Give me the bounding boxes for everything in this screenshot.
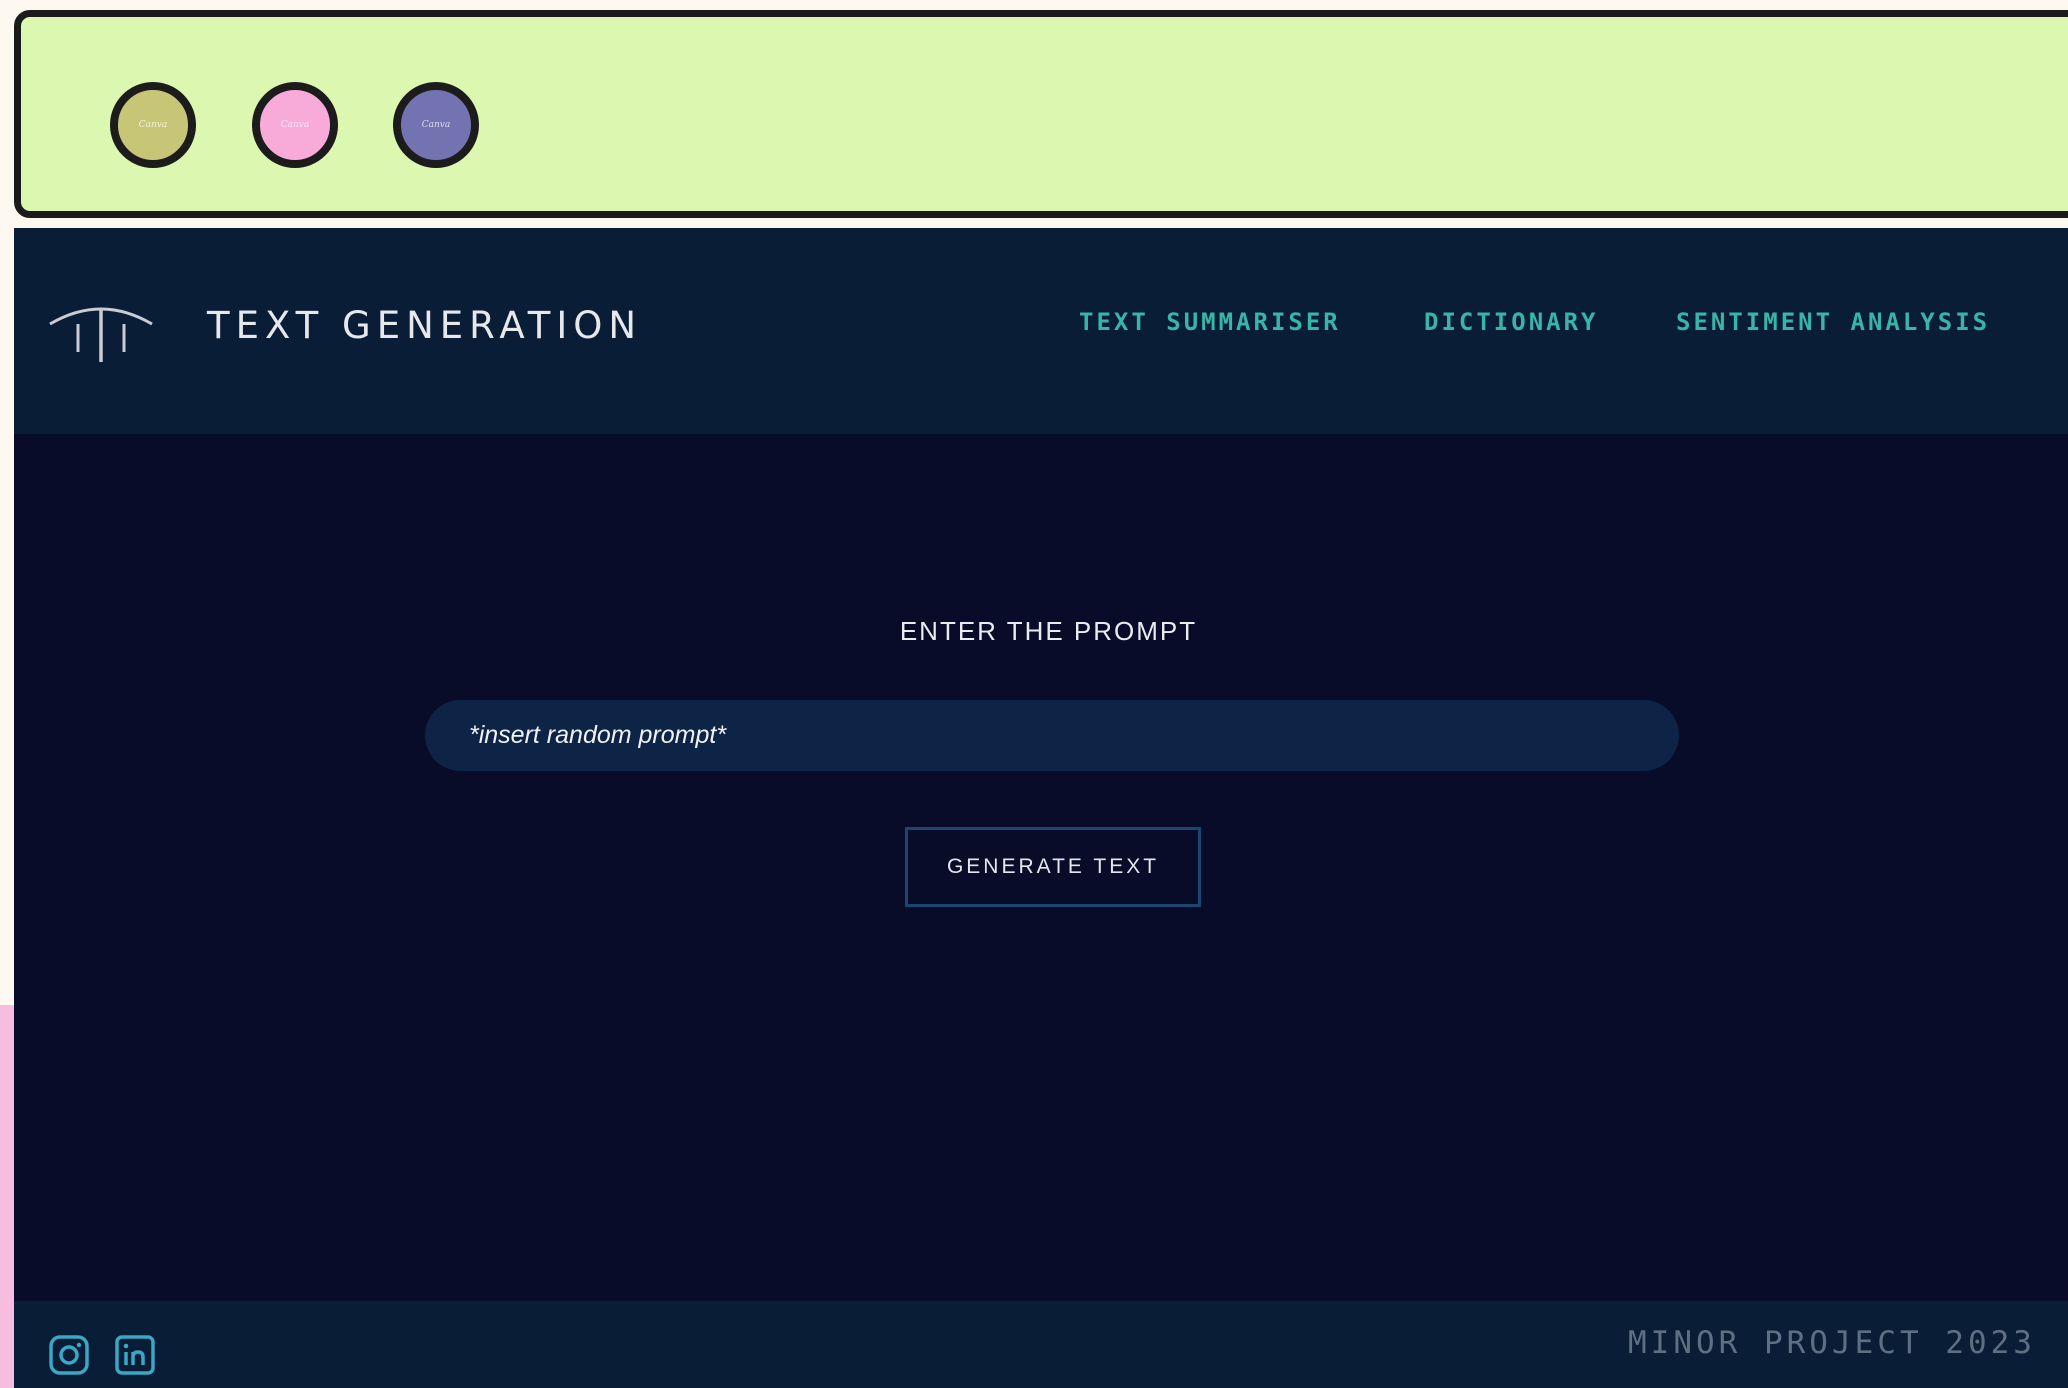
prompt-input[interactable] (425, 700, 1679, 771)
pillars-logo-icon (49, 307, 153, 362)
dot-label: Canva (138, 120, 168, 130)
window-title-bar: Canva Canva Canva (14, 10, 2068, 218)
linkedin-icon[interactable] (114, 1334, 156, 1376)
dot-label: Canva (280, 120, 310, 130)
nav-text-summariser[interactable]: TEXT SUMMARISER (1079, 308, 1341, 336)
app-footer: MINOR PROJECT 2023 (14, 1301, 2068, 1388)
screen: Canva Canva Canva TEXT GENERATION TEXT S… (0, 0, 2068, 1388)
window-dot-olive[interactable]: Canva (110, 82, 196, 168)
window-dot-pink[interactable]: Canva (252, 82, 338, 168)
app-window: TEXT GENERATION TEXT SUMMARISER DICTIONA… (14, 228, 2068, 1388)
nav-sentiment-analysis[interactable]: SENTIMENT ANALYSIS (1676, 308, 1990, 336)
instagram-icon[interactable] (48, 1334, 90, 1376)
nav-dictionary[interactable]: DICTIONARY (1424, 308, 1599, 336)
page-title: TEXT GENERATION (207, 304, 643, 347)
prompt-label: ENTER THE PROMPT (899, 616, 1198, 646)
dot-label: Canva (421, 120, 451, 130)
generate-text-button[interactable]: GENERATE TEXT (905, 827, 1201, 907)
window-dot-purple[interactable]: Canva (393, 82, 479, 168)
app-header: TEXT GENERATION TEXT SUMMARISER DICTIONA… (14, 228, 2068, 434)
footer-text: MINOR PROJECT 2023 (1628, 1325, 2036, 1361)
